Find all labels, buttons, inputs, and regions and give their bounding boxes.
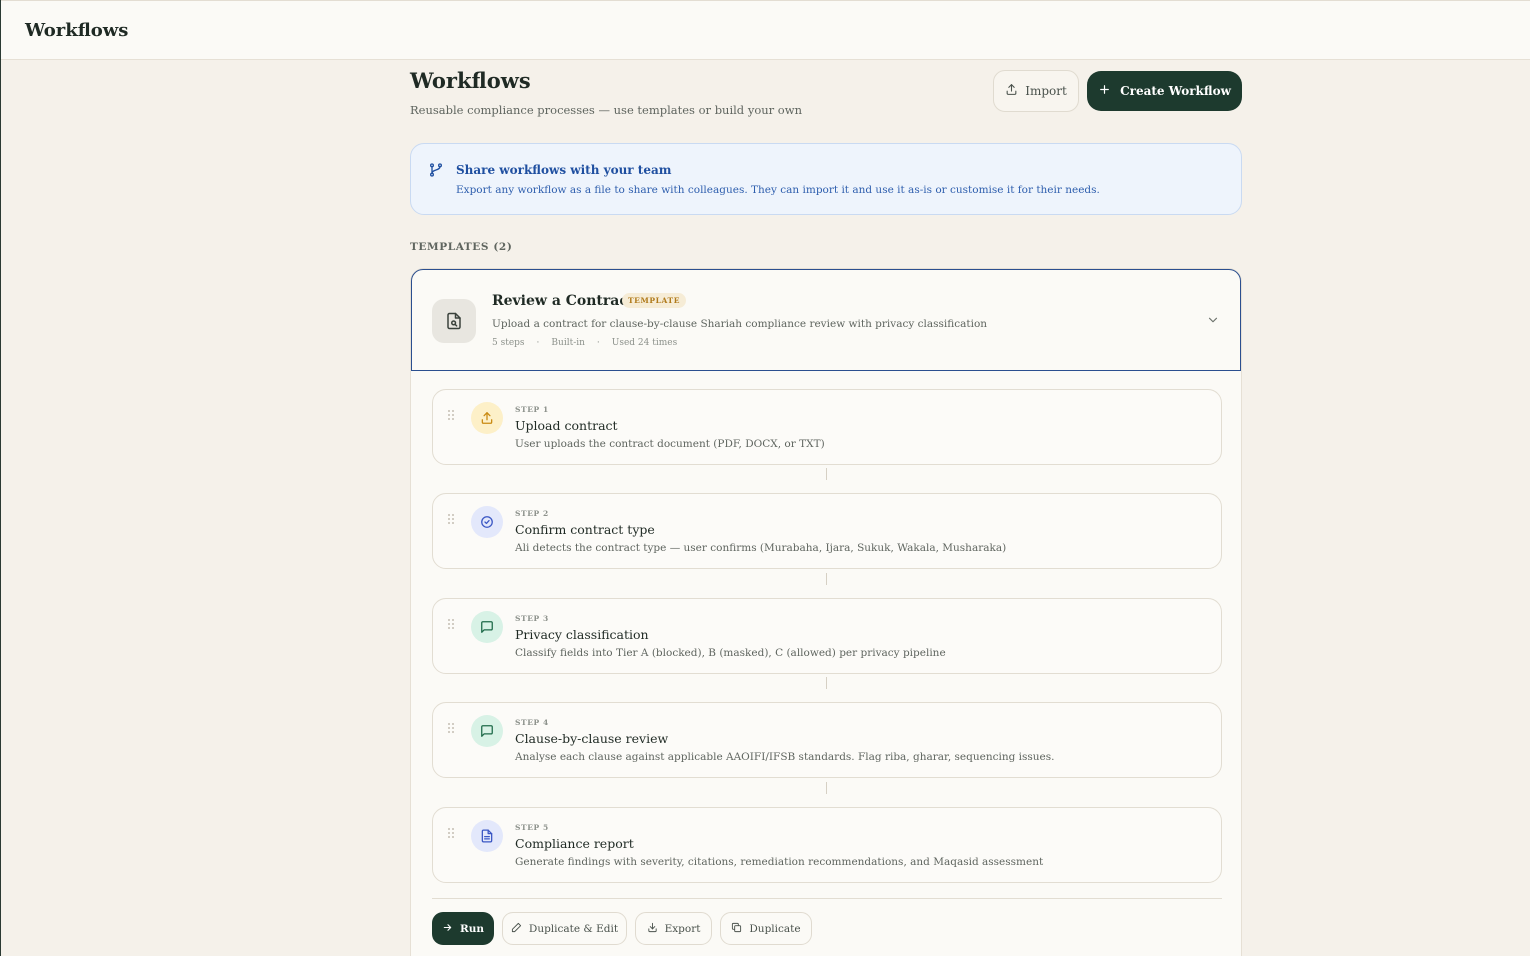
arrow-right-icon (442, 922, 453, 936)
step-number: STEP 3 (515, 614, 549, 623)
step-connector (826, 782, 827, 794)
drag-handle-icon[interactable] (447, 510, 455, 529)
chevron-down-icon[interactable] (1206, 312, 1220, 331)
workflow-step[interactable]: STEP 3 Privacy classification Classify f… (432, 598, 1222, 674)
meta-separator: · (536, 338, 540, 348)
meta-usage: Used 24 times (611, 338, 678, 348)
step-connector (826, 573, 827, 585)
export-button[interactable]: Export (635, 912, 712, 945)
message-icon (471, 715, 503, 747)
step-number: STEP 4 (515, 718, 549, 727)
step-title: Privacy classification (515, 627, 649, 642)
plus-icon (1098, 83, 1111, 99)
step-connector (826, 677, 827, 689)
document-icon (471, 820, 503, 852)
download-icon (647, 922, 658, 936)
main-content: Workflows Reusable compliance processes … (410, 60, 1242, 956)
export-label: Export (664, 922, 701, 935)
template-card-review-contract: Review a Contract TEMPLATE Upload a cont… (410, 268, 1242, 956)
git-branch-icon (428, 162, 444, 182)
page-title: Workflows (410, 68, 531, 93)
step-title: Clause-by-clause review (515, 731, 669, 746)
drag-handle-icon[interactable] (447, 406, 455, 425)
meta-separator: · (596, 338, 600, 348)
meta-source: Built-in (551, 338, 585, 348)
workflow-step[interactable]: STEP 5 Compliance report Generate findin… (432, 807, 1222, 883)
top-bar: Workflows (1, 0, 1530, 60)
template-description: Upload a contract for clause-by-clause S… (492, 318, 988, 330)
upload-icon (1005, 83, 1018, 99)
copy-icon (731, 922, 742, 936)
pencil-icon (511, 922, 522, 936)
step-description: Analyse each clause against applicable A… (515, 751, 1055, 763)
workflow-step[interactable]: STEP 2 Confirm contract type Ali detects… (432, 493, 1222, 569)
banner-title: Share workflows with your team (456, 163, 672, 177)
duplicate-edit-button[interactable]: Duplicate & Edit (502, 912, 627, 945)
step-number: STEP 1 (515, 405, 549, 414)
message-icon (471, 611, 503, 643)
document-search-icon (432, 299, 476, 343)
banner-description: Export any workflow as a file to share w… (456, 184, 1100, 196)
step-title: Confirm contract type (515, 522, 655, 537)
step-description: Ali detects the contract type — user con… (515, 542, 1007, 554)
duplicate-edit-label: Duplicate & Edit (528, 922, 619, 935)
create-workflow-label: Create Workflow (1120, 84, 1231, 98)
import-button[interactable]: Import (993, 70, 1079, 112)
step-description: User uploads the contract document (PDF,… (515, 438, 825, 450)
drag-handle-icon[interactable] (447, 719, 455, 738)
drag-handle-icon[interactable] (447, 615, 455, 634)
step-number: STEP 2 (515, 509, 549, 518)
workflow-step[interactable]: STEP 4 Clause-by-clause review Analyse e… (432, 702, 1222, 778)
import-label: Import (1025, 84, 1067, 98)
template-header[interactable]: Review a Contract TEMPLATE Upload a cont… (411, 269, 1241, 371)
page-subtitle: Reusable compliance processes — use temp… (410, 103, 802, 117)
step-description: Generate findings with severity, citatio… (515, 856, 1044, 868)
check-circle-icon (471, 506, 503, 538)
divider (432, 898, 1222, 899)
template-name: Review a Contract (492, 293, 635, 309)
step-title: Compliance report (515, 836, 634, 851)
run-label: Run (460, 922, 484, 935)
duplicate-button[interactable]: Duplicate (720, 912, 812, 945)
step-number: STEP 5 (515, 823, 549, 832)
templates-section-label: TEMPLATES (2) (410, 241, 513, 253)
create-workflow-button[interactable]: Create Workflow (1087, 71, 1242, 111)
step-connector (826, 468, 827, 480)
drag-handle-icon[interactable] (447, 824, 455, 843)
workflow-step[interactable]: STEP 1 Upload contract User uploads the … (432, 389, 1222, 465)
upload-icon (471, 402, 503, 434)
app-title: Workflows (25, 20, 129, 41)
step-title: Upload contract (515, 418, 618, 433)
template-meta: 5 steps · Built-in · Used 24 times (492, 338, 677, 348)
duplicate-label: Duplicate (749, 922, 801, 935)
run-button[interactable]: Run (432, 912, 494, 945)
step-description: Classify fields into Tier A (blocked), B… (515, 647, 946, 659)
template-badge: TEMPLATE (622, 293, 687, 308)
share-info-banner: Share workflows with your team Export an… (410, 143, 1242, 215)
meta-steps: 5 steps (492, 338, 525, 348)
